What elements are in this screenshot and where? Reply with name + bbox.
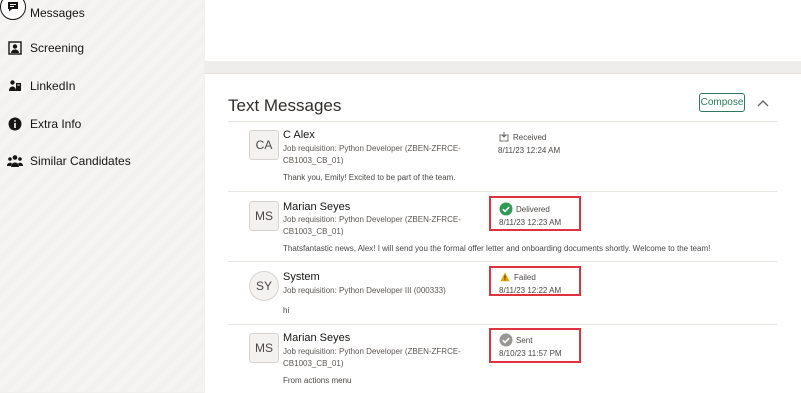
highlight-box bbox=[489, 196, 581, 231]
message-body: Thatsfantastic news, Alex! I will send y… bbox=[283, 244, 711, 253]
highlight-box bbox=[489, 266, 581, 296]
divider bbox=[228, 191, 777, 192]
sidebar-item-similar-candidates[interactable]: Similar Candidates bbox=[0, 147, 204, 175]
sidebar-item-label: Similar Candidates bbox=[30, 154, 131, 168]
message-body: hi bbox=[283, 306, 290, 315]
message-requisition: Job requisition: Python Developer (ZBEN-… bbox=[283, 144, 461, 165]
compose-button[interactable]: Compose bbox=[699, 93, 745, 112]
message-sender: Marian Seyes bbox=[283, 332, 351, 344]
message-sender: C Alex bbox=[283, 129, 315, 141]
sidebar-item-extra-info[interactable]: Extra Info bbox=[0, 110, 204, 138]
sidebar: Messages Screening LinkedIn Extra Info S… bbox=[0, 0, 204, 392]
linkedin-icon bbox=[7, 78, 23, 94]
message-requisition: Job requisition: Python Developer (ZBEN-… bbox=[283, 215, 461, 236]
message-status: Received 8/11/23 12:24 AM bbox=[498, 131, 560, 155]
divider bbox=[228, 121, 777, 122]
sidebar-item-label: Messages bbox=[30, 6, 85, 20]
avatar: CA bbox=[249, 130, 279, 160]
text-messages-panel: Text Messages Compose CA C Alex Job requ… bbox=[205, 73, 801, 393]
divider bbox=[228, 324, 777, 325]
status-label: Received bbox=[513, 132, 547, 142]
message-body: Thank you, Emily! Excited to be part of … bbox=[283, 173, 456, 182]
sidebar-item-label: LinkedIn bbox=[30, 79, 76, 93]
highlight-box bbox=[489, 328, 581, 363]
screening-icon bbox=[7, 40, 23, 56]
info-icon bbox=[7, 116, 23, 132]
sidebar-item-messages[interactable]: Messages bbox=[0, 0, 204, 28]
avatar: MS bbox=[249, 201, 279, 231]
sidebar-item-linkedin[interactable]: LinkedIn bbox=[0, 72, 204, 100]
message-sender: System bbox=[283, 271, 320, 283]
sidebar-item-label: Extra Info bbox=[30, 117, 82, 131]
sidebar-item-screening[interactable]: Screening bbox=[0, 34, 204, 62]
sidebar-item-label: Screening bbox=[30, 41, 85, 55]
panel-title: Text Messages bbox=[228, 96, 342, 115]
collapse-chevron-up-icon[interactable] bbox=[755, 95, 771, 111]
previous-panel bbox=[205, 0, 801, 62]
received-icon bbox=[498, 131, 510, 143]
message-icon bbox=[0, 0, 26, 20]
message-requisition: Job requisition: Python Developer III (0… bbox=[283, 286, 446, 295]
message-requisition: Job requisition: Python Developer (ZBEN-… bbox=[283, 347, 461, 368]
avatar: MS bbox=[249, 333, 279, 363]
message-sender: Marian Seyes bbox=[283, 201, 351, 213]
message-timestamp: 8/11/23 12:24 AM bbox=[498, 146, 561, 155]
people-icon bbox=[7, 153, 23, 169]
message-body: From actions menu bbox=[283, 376, 352, 385]
avatar: SY bbox=[249, 271, 279, 301]
divider bbox=[228, 261, 777, 262]
panel-gap bbox=[204, 61, 801, 73]
